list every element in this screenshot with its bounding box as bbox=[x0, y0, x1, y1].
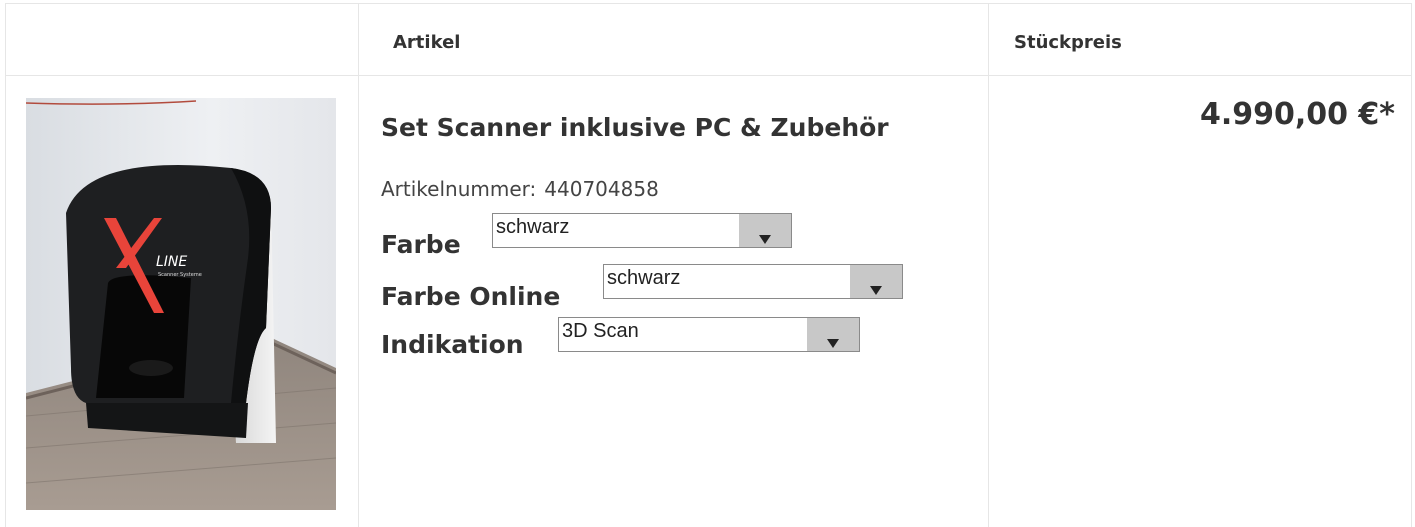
header-article: Artikel bbox=[393, 32, 461, 53]
product-title[interactable]: Set Scanner inklusive PC & Zubehör bbox=[381, 113, 889, 142]
product-image[interactable]: LINE Scanner Systeme bbox=[26, 98, 336, 510]
select-farbe-online-toggle[interactable] bbox=[850, 265, 902, 298]
select-indikation-value: 3D Scan bbox=[562, 320, 639, 342]
logo-subtext: Scanner Systeme bbox=[158, 272, 202, 278]
select-farbe-online-value: schwarz bbox=[607, 267, 681, 289]
select-indikation[interactable]: 3D Scan bbox=[558, 317, 860, 352]
article-number-value: 440704858 bbox=[544, 177, 659, 201]
triangle-down-icon bbox=[870, 286, 882, 295]
select-farbe[interactable]: schwarz bbox=[492, 213, 792, 248]
article-number: Artikelnummer: 440704858 bbox=[381, 177, 659, 201]
option-label-farbe-online: Farbe Online bbox=[381, 282, 561, 311]
select-farbe-value: schwarz bbox=[496, 216, 570, 238]
logo-text: LINE bbox=[156, 254, 187, 270]
triangle-down-icon bbox=[827, 339, 839, 348]
article-number-label: Artikelnummer: bbox=[381, 177, 537, 201]
triangle-down-icon bbox=[759, 235, 771, 244]
option-label-indikation: Indikation bbox=[381, 330, 524, 359]
column-divider bbox=[988, 4, 989, 527]
select-farbe-toggle[interactable] bbox=[739, 214, 791, 247]
column-divider bbox=[358, 4, 359, 527]
cart-table: Artikel Stückpreis LINE Scanner Systeme … bbox=[5, 3, 1412, 527]
header-unit-price: Stückpreis bbox=[1014, 32, 1122, 53]
option-label-farbe: Farbe bbox=[381, 230, 461, 259]
header-divider bbox=[6, 75, 1411, 76]
unit-price: 4.990,00 €* bbox=[1199, 97, 1395, 132]
select-indikation-toggle[interactable] bbox=[807, 318, 859, 351]
select-farbe-online[interactable]: schwarz bbox=[603, 264, 903, 299]
